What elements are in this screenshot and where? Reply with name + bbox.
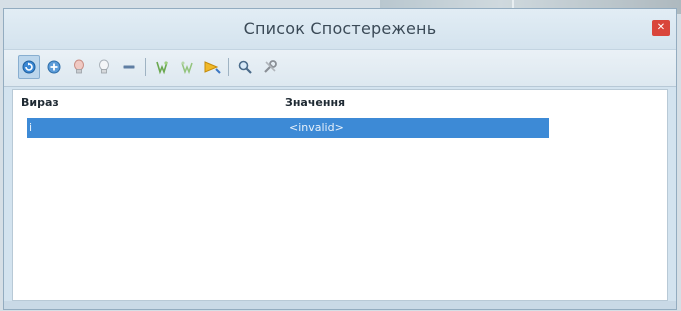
column-header-expression[interactable]: Вираз — [21, 96, 59, 109]
toolbar-separator — [145, 58, 146, 76]
watch-list-window: Список Спостережень ✕ Вираз Значення i <… — [3, 8, 677, 310]
window-title: Список Спостережень — [243, 19, 437, 38]
close-button[interactable]: ✕ — [652, 20, 670, 36]
remove-icon — [123, 65, 135, 69]
settings-button[interactable] — [259, 55, 281, 79]
step-over-icon — [181, 61, 193, 75]
row-expression: i — [29, 121, 33, 134]
step-over-button[interactable] — [176, 55, 198, 79]
toolbar-buttons — [18, 55, 284, 79]
row-value: <invalid> — [289, 121, 344, 134]
table-row[interactable]: i <invalid> — [27, 118, 549, 138]
toolbar-separator — [228, 58, 229, 76]
add-watch-button[interactable] — [43, 55, 65, 79]
breakpoint-outline-button[interactable] — [93, 55, 115, 79]
watch-list-panel: Вираз Значення i <invalid> — [12, 89, 668, 301]
column-header-value[interactable]: Значення — [285, 96, 345, 109]
window-bottom-edge — [4, 301, 676, 309]
breakpoint-bulb-outline-icon — [99, 59, 109, 74]
refresh-icon — [22, 60, 36, 74]
inspect-icon — [238, 60, 252, 74]
step-into-icon — [156, 61, 168, 75]
close-icon: ✕ — [656, 22, 666, 33]
breakpoint-button[interactable] — [68, 55, 90, 79]
step-out-button[interactable] — [201, 55, 223, 79]
settings-icon — [264, 60, 277, 73]
remove-button[interactable] — [118, 55, 140, 79]
toolbar — [4, 49, 676, 87]
refresh-button[interactable] — [18, 55, 40, 79]
add-watch-icon — [47, 60, 61, 74]
breakpoint-bulb-icon — [74, 59, 84, 74]
step-into-button[interactable] — [151, 55, 173, 79]
title-bar[interactable]: Список Спостережень ✕ — [4, 9, 676, 49]
step-out-icon — [204, 61, 221, 74]
inspect-button[interactable] — [234, 55, 256, 79]
